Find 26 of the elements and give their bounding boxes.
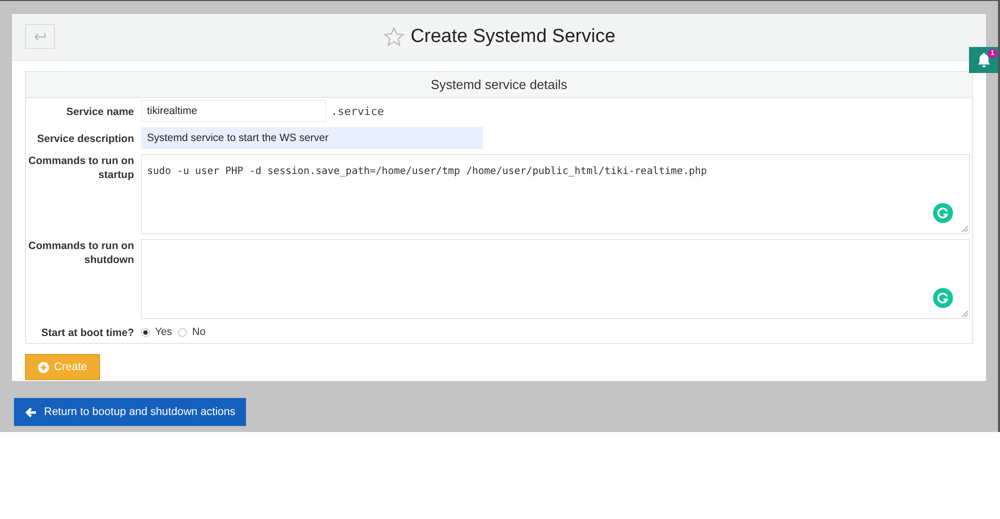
text-area[interactable] [141, 239, 970, 319]
field-label: Commands to run on shutdown [27, 239, 135, 268]
suffix-text: .service [331, 104, 384, 118]
return-arrow-icon [33, 32, 47, 42]
plus-circle-icon [38, 362, 49, 372]
text-area[interactable]: sudo -u user PHP -d session.save_path=/home/user/tmp /home/user/public_html/tiki-realtime.php [141, 154, 970, 234]
grammar-check-icon[interactable] [933, 203, 953, 223]
radio-option[interactable]: Yes [141, 326, 172, 338]
back-button[interactable] [25, 24, 55, 49]
panel-heading: Systemd service details [26, 72, 972, 98]
field-label: Start at boot time? [40, 326, 135, 340]
field-label: Service description [36, 132, 135, 147]
text-field[interactable]: tikirealtime [141, 100, 326, 122]
grammar-check-icon[interactable] [933, 288, 953, 308]
radio-option[interactable]: No [178, 326, 206, 338]
page-title: Create Systemd Service [410, 26, 616, 48]
bell-icon [976, 52, 992, 68]
field-label: Service name [65, 105, 135, 120]
resize-grip-icon[interactable] [961, 310, 968, 317]
text-field[interactable]: Systemd service to start the WS server [141, 127, 483, 149]
command-text: sudo -u user PHP -d session.save_path=/home/user/tmp /home/user/public_html/tiki-realtime.php [147, 166, 707, 177]
star-icon[interactable] [382, 26, 405, 48]
field-label: Commands to run on startup [27, 154, 135, 183]
left-arrow-icon [25, 406, 37, 418]
return-button[interactable]: Return to bootup and shutdown actions [14, 398, 246, 426]
resize-grip-icon[interactable] [961, 225, 968, 232]
